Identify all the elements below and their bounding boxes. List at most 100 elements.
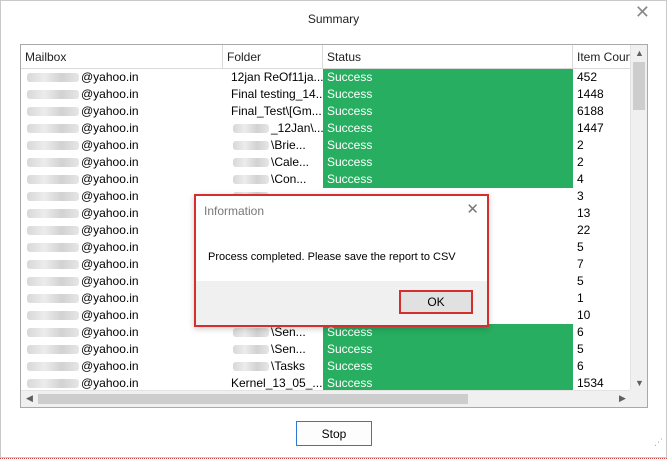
status-cell: Success: [323, 69, 573, 86]
close-icon[interactable]: ✕: [635, 3, 650, 21]
resize-grip-icon[interactable]: ⋰: [654, 437, 663, 448]
arrow-up-icon[interactable]: ▲: [631, 48, 647, 58]
item-count-cell: 7: [577, 257, 584, 271]
mailbox-cell: @yahoo.in: [21, 154, 223, 171]
mailbox-cell: @yahoo.in: [21, 188, 223, 205]
redacted-name: [233, 345, 269, 355]
item-count-cell: 4: [577, 172, 584, 186]
table-row[interactable]: @yahoo.in \Tasks Success 6: [21, 358, 631, 375]
stop-button[interactable]: Stop: [296, 421, 372, 446]
mailbox-cell: @yahoo.in: [21, 256, 223, 273]
item-count-cell: 5: [577, 240, 584, 254]
item-count-cell: 2: [577, 138, 584, 152]
vertical-scrollbar[interactable]: ▲ ▼: [630, 45, 647, 391]
item-count-cell: 1447: [577, 121, 604, 135]
table-row[interactable]: @yahoo.in \Brie... Success 2: [21, 137, 631, 154]
status-cell: Success: [323, 341, 573, 358]
redacted-name: [27, 175, 79, 185]
redacted-name: [27, 362, 79, 372]
mailbox-cell: @yahoo.in: [21, 341, 223, 358]
redacted-name: [27, 107, 79, 117]
column-header-status[interactable]: Status: [323, 45, 573, 69]
redacted-name: [27, 294, 79, 304]
ok-button[interactable]: OK: [399, 290, 473, 314]
dialog-footer: OK: [196, 281, 487, 325]
folder-cell: Final testing_14...: [223, 86, 323, 103]
mailbox-cell: @yahoo.in: [21, 222, 223, 239]
mailbox-text: @yahoo.in: [81, 155, 139, 169]
mailbox-cell: @yahoo.in: [21, 290, 223, 307]
status-cell: Success: [323, 154, 573, 171]
status-cell: Success: [323, 103, 573, 120]
mailbox-text: @yahoo.in: [81, 189, 139, 203]
redacted-name: [27, 345, 79, 355]
item-count-cell: 10: [577, 308, 591, 322]
item-count-cell: 1448: [577, 87, 604, 101]
folder-cell: \Tasks: [223, 358, 323, 375]
folder-cell: \Cale...: [223, 154, 323, 171]
redacted-name: [27, 209, 79, 219]
horizontal-scrollbar[interactable]: ◀ ▶: [21, 390, 631, 407]
table-row[interactable]: @yahoo.in Final_Test\[Gm... Success 6188: [21, 103, 631, 120]
redacted-name: [27, 158, 79, 168]
folder-text: 12jan ReOf11ja...: [231, 70, 323, 84]
item-count-cell: 452: [577, 70, 598, 84]
dialog-title: Information: [204, 204, 265, 218]
table-row[interactable]: @yahoo.in Final testing_14... Success 1448: [21, 86, 631, 103]
folder-cell: \Sen...: [223, 341, 323, 358]
table-row[interactable]: @yahoo.in \Sen... Success 5: [21, 341, 631, 358]
redacted-name: [27, 311, 79, 321]
mailbox-text: @yahoo.in: [81, 274, 139, 288]
status-cell: Success: [323, 358, 573, 375]
mailbox-cell: @yahoo.in: [21, 205, 223, 222]
mailbox-cell: @yahoo.in: [21, 358, 223, 375]
table-row[interactable]: @yahoo.in _12Jan\... Success 1447: [21, 120, 631, 137]
vertical-scroll-thumb[interactable]: [633, 62, 645, 110]
mailbox-text: @yahoo.in: [81, 257, 139, 271]
column-header-mailbox[interactable]: Mailbox: [21, 45, 223, 69]
redacted-name: [27, 90, 79, 100]
mailbox-text: @yahoo.in: [81, 223, 139, 237]
item-count-cell: 6: [577, 325, 584, 339]
background-edge: [0, 458, 667, 464]
mailbox-cell: @yahoo.in: [21, 171, 223, 188]
item-count-cell: 2: [577, 155, 584, 169]
redacted-name: [27, 379, 79, 389]
table-row[interactable]: @yahoo.in 12jan ReOf11ja... Success 452: [21, 69, 631, 86]
mailbox-cell: @yahoo.in: [21, 86, 223, 103]
folder-cell: \Con...: [223, 171, 323, 188]
redacted-name: [27, 192, 79, 202]
column-header-folder[interactable]: Folder: [223, 45, 323, 69]
status-cell: Success: [323, 171, 573, 188]
arrow-down-icon[interactable]: ▼: [631, 378, 647, 388]
folder-text: \Sen...: [271, 342, 306, 356]
close-icon[interactable]: ✕: [466, 200, 479, 218]
folder-text: \Sen...: [271, 325, 306, 339]
redacted-name: [27, 243, 79, 253]
mailbox-text: @yahoo.in: [81, 121, 139, 135]
redacted-name: [27, 73, 79, 83]
mailbox-cell: @yahoo.in: [21, 324, 223, 341]
mailbox-text: @yahoo.in: [81, 240, 139, 254]
mailbox-text: @yahoo.in: [81, 87, 139, 101]
status-cell: Success: [323, 137, 573, 154]
arrow-right-icon[interactable]: ▶: [614, 393, 631, 404]
redacted-name: [233, 158, 269, 168]
table-row[interactable]: @yahoo.in \Cale... Success 2: [21, 154, 631, 171]
redacted-name: [27, 141, 79, 151]
table-row[interactable]: @yahoo.in \Con... Success 4: [21, 171, 631, 188]
item-count-cell: 5: [577, 342, 584, 356]
redacted-name: [27, 226, 79, 236]
arrow-left-icon[interactable]: ◀: [21, 393, 38, 404]
folder-text: \Brie...: [271, 138, 306, 152]
item-count-cell: 6: [577, 359, 584, 373]
folder-text: _12Jan\...: [271, 121, 323, 135]
mailbox-cell: @yahoo.in: [21, 239, 223, 256]
window-title: Summary: [307, 12, 360, 26]
mailbox-text: @yahoo.in: [81, 342, 139, 356]
redacted-name: [233, 362, 269, 372]
item-count-cell: 22: [577, 223, 591, 237]
redacted-name: [233, 124, 269, 134]
column-header-item-count[interactable]: Item Count: [573, 45, 631, 69]
horizontal-scroll-thumb[interactable]: [38, 394, 468, 404]
